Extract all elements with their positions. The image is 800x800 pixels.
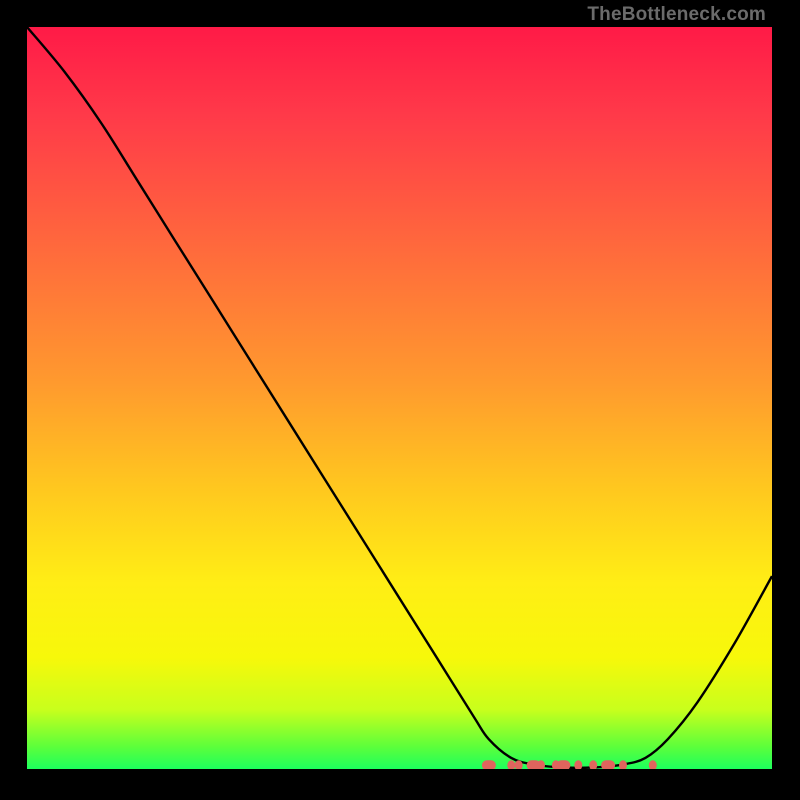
optimal-marker <box>556 760 570 769</box>
optimal-marker <box>649 760 657 769</box>
optimal-zone-markers <box>482 760 657 769</box>
chart-frame <box>27 27 772 769</box>
optimal-marker <box>482 760 496 769</box>
optimal-marker <box>507 760 515 769</box>
watermark-text: TheBottleneck.com <box>587 4 766 26</box>
bottleneck-curve-line <box>27 27 772 768</box>
optimal-marker <box>589 760 597 769</box>
chart-svg <box>27 27 772 769</box>
optimal-marker <box>619 760 627 769</box>
optimal-marker <box>601 760 615 769</box>
optimal-marker <box>574 760 582 769</box>
